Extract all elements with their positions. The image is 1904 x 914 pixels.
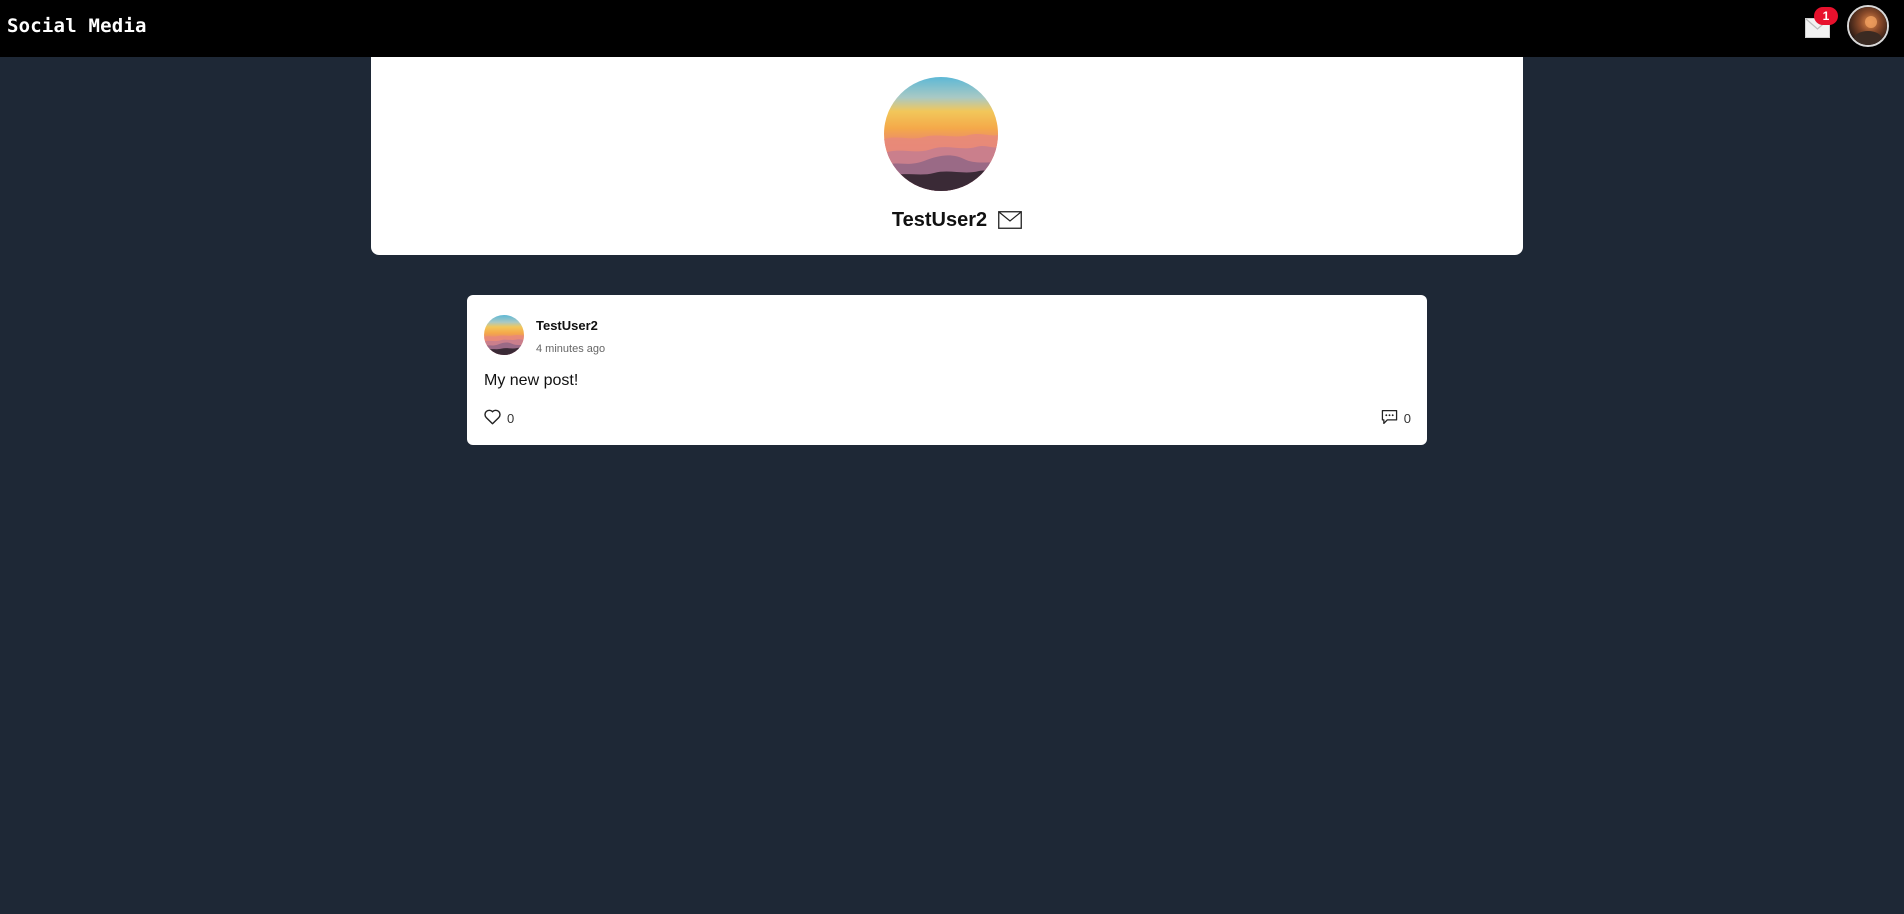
like-count: 0 <box>507 411 515 426</box>
profile-card: TestUser2 <box>371 57 1523 255</box>
post-author-name[interactable]: TestUser2 <box>536 318 598 333</box>
top-navbar: Social Media 1 <box>0 0 1904 57</box>
profile-name-row: TestUser2 <box>371 205 1523 235</box>
send-message-envelope-icon[interactable] <box>998 211 1023 229</box>
notification-badge[interactable]: 1 <box>1814 7 1838 25</box>
comment-count: 0 <box>1403 411 1411 426</box>
like-button[interactable]: 0 <box>484 409 514 428</box>
app-brand[interactable]: Social Media <box>7 15 147 37</box>
comment-icon <box>1381 409 1398 428</box>
post-timestamp: 4 minutes ago <box>536 343 606 355</box>
post-card: TestUser2 4 minutes ago My new post! 0 0 <box>467 295 1427 445</box>
post-author-avatar[interactable] <box>484 315 524 355</box>
user-avatar[interactable] <box>1847 5 1889 47</box>
profile-avatar <box>884 77 998 191</box>
comment-button[interactable]: 0 <box>1381 409 1411 428</box>
post-content: My new post! <box>484 372 579 389</box>
heart-icon <box>484 409 501 428</box>
profile-username: TestUser2 <box>891 208 988 231</box>
